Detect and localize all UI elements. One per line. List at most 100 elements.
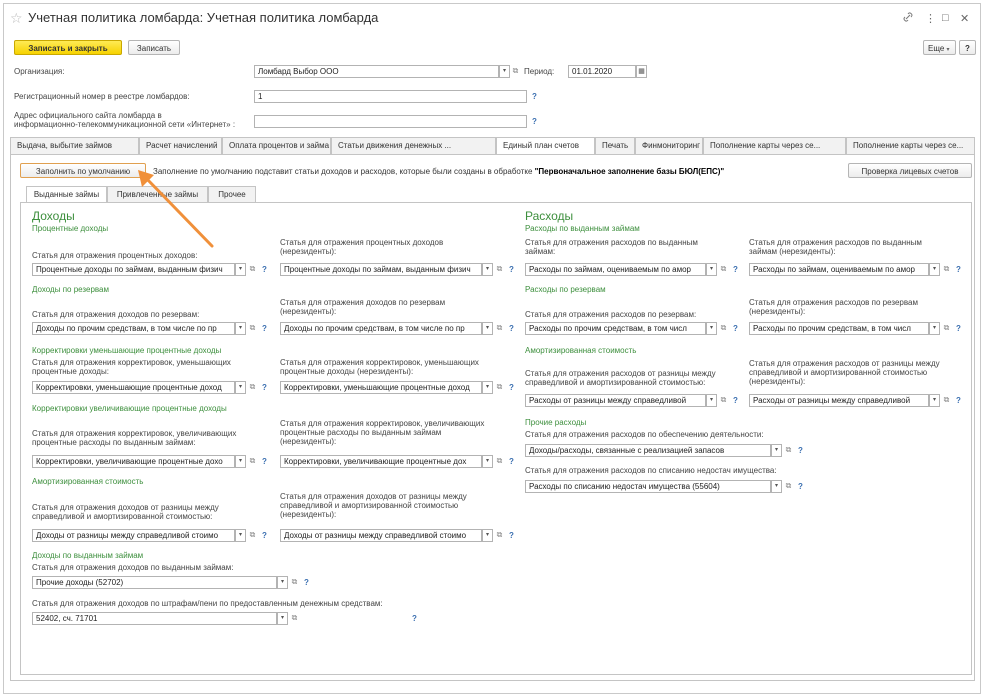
income-s1-input1[interactable]: Процентные доходы по займам, выданным фи… — [32, 263, 235, 276]
expense-s4-help1-icon[interactable]: ? — [798, 444, 803, 457]
expense-s4-dd1-icon[interactable]: ▾ — [771, 444, 782, 457]
income-s2-open1-icon[interactable]: ⧉ — [247, 322, 258, 335]
expense-s3-dd2-icon[interactable]: ▾ — [929, 394, 940, 407]
expense-s3-help1-icon[interactable]: ? — [733, 394, 738, 407]
income-s1-help1-icon[interactable]: ? — [262, 263, 267, 276]
save-and-close-button[interactable]: Записать и закрыть — [14, 40, 122, 55]
close-window-icon[interactable]: ✕ — [960, 12, 969, 25]
income-s2-dd2-icon[interactable]: ▾ — [482, 322, 493, 335]
favorite-star-icon[interactable]: ☆ — [10, 10, 23, 27]
expense-s2-open1-icon[interactable]: ⧉ — [718, 322, 729, 335]
expense-s3-open1-icon[interactable]: ⧉ — [718, 394, 729, 407]
reg-input[interactable]: 1 — [254, 90, 527, 103]
expense-s1-help2-icon[interactable]: ? — [956, 263, 961, 276]
expense-s4-dd2-icon[interactable]: ▾ — [771, 480, 782, 493]
income-s4-dd2-icon[interactable]: ▾ — [482, 455, 493, 468]
expense-s4-open2-icon[interactable]: ⧉ — [783, 480, 794, 493]
org-open-icon[interactable]: ⧉ — [510, 65, 521, 78]
income-s2-help2-icon[interactable]: ? — [509, 322, 514, 335]
income-s3-input2[interactable]: Корректировки, уменьшающие процентные до… — [280, 381, 482, 394]
expense-s1-open1-icon[interactable]: ⧉ — [718, 263, 729, 276]
expense-s3-help2-icon[interactable]: ? — [956, 394, 961, 407]
expense-s4-input2[interactable]: Расходы по списанию недостач имущества (… — [525, 480, 771, 493]
restore-window-icon[interactable]: □ — [942, 12, 949, 24]
tab-print[interactable]: Печать — [595, 137, 635, 154]
more-button[interactable]: Еще ▾ — [923, 40, 956, 55]
expense-s3-input1[interactable]: Расходы от разницы между справедливой — [525, 394, 706, 407]
income-s6-open1-icon[interactable]: ⧉ — [289, 576, 300, 589]
site-help-icon[interactable]: ? — [532, 115, 537, 128]
more-actions-icon[interactable]: ⋮ — [925, 12, 936, 25]
income-s6-help2-icon[interactable]: ? — [412, 612, 417, 625]
expense-s3-input2[interactable]: Расходы от разницы между справедливой — [749, 394, 929, 407]
income-s2-help1-icon[interactable]: ? — [262, 322, 267, 335]
income-s6-dd2-icon[interactable]: ▾ — [277, 612, 288, 625]
expense-s1-dd1-icon[interactable]: ▾ — [706, 263, 717, 276]
income-s4-help2-icon[interactable]: ? — [509, 455, 514, 468]
fill-default-button[interactable]: Заполнить по умолчанию — [20, 163, 146, 178]
check-accounts-button[interactable]: Проверка лицевых счетов — [848, 163, 972, 178]
expense-s3-dd1-icon[interactable]: ▾ — [706, 394, 717, 407]
expense-s4-help2-icon[interactable]: ? — [798, 480, 803, 493]
income-s1-help2-icon[interactable]: ? — [509, 263, 514, 276]
income-s3-dd1-icon[interactable]: ▾ — [235, 381, 246, 394]
expense-s1-open2-icon[interactable]: ⧉ — [941, 263, 952, 276]
tab-card-topup-2[interactable]: Пополнение карты через се... — [846, 137, 975, 154]
subtab-issued-loans[interactable]: Выданные займы — [26, 186, 107, 203]
period-input[interactable]: 01.01.2020 — [568, 65, 636, 78]
income-s6-input2[interactable]: 52402, сч. 71701 — [32, 612, 277, 625]
expense-s1-help1-icon[interactable]: ? — [733, 263, 738, 276]
expense-s4-input1[interactable]: Доходы/расходы, связанные с реализацией … — [525, 444, 771, 457]
expense-s2-open2-icon[interactable]: ⧉ — [941, 322, 952, 335]
income-s1-dd1-icon[interactable]: ▾ — [235, 263, 246, 276]
expense-s2-dd2-icon[interactable]: ▾ — [929, 322, 940, 335]
site-input[interactable] — [254, 115, 527, 128]
income-s2-input2[interactable]: Доходы по прочим средствам, в том числе … — [280, 322, 482, 335]
income-s2-dd1-icon[interactable]: ▾ — [235, 322, 246, 335]
income-s3-dd2-icon[interactable]: ▾ — [482, 381, 493, 394]
income-s5-help1-icon[interactable]: ? — [262, 529, 267, 542]
expense-s4-open1-icon[interactable]: ⧉ — [783, 444, 794, 457]
income-s1-open2-icon[interactable]: ⧉ — [494, 263, 505, 276]
link-icon[interactable] — [903, 12, 913, 25]
tab-payment[interactable]: Оплата процентов и займа б... — [222, 137, 331, 154]
expense-s1-input1[interactable]: Расходы по займам, оцениваемым по амор — [525, 263, 706, 276]
income-s6-help1-icon[interactable]: ? — [304, 576, 309, 589]
income-s4-dd1-icon[interactable]: ▾ — [235, 455, 246, 468]
tab-unified-plan[interactable]: Единый план счетов — [496, 137, 595, 155]
income-s4-open2-icon[interactable]: ⧉ — [494, 455, 505, 468]
reg-help-icon[interactable]: ? — [532, 90, 537, 103]
income-s6-input1[interactable]: Прочие доходы (52702) — [32, 576, 277, 589]
income-s3-help2-icon[interactable]: ? — [509, 381, 514, 394]
income-s4-help1-icon[interactable]: ? — [262, 455, 267, 468]
income-s3-help1-icon[interactable]: ? — [262, 381, 267, 394]
expense-s2-input2[interactable]: Расходы по прочим средствам, в том числ — [749, 322, 929, 335]
calendar-icon[interactable]: ▦ — [636, 65, 647, 78]
expense-s2-help1-icon[interactable]: ? — [733, 322, 738, 335]
tab-accruals[interactable]: Расчет начислений — [139, 137, 222, 154]
income-s5-help2-icon[interactable]: ? — [509, 529, 514, 542]
income-s3-open1-icon[interactable]: ⧉ — [247, 381, 258, 394]
expense-s1-dd2-icon[interactable]: ▾ — [929, 263, 940, 276]
income-s4-input2[interactable]: Корректировки, увеличивающие процентные … — [280, 455, 482, 468]
income-s6-dd1-icon[interactable]: ▾ — [277, 576, 288, 589]
income-s3-open2-icon[interactable]: ⧉ — [494, 381, 505, 394]
income-s6-open2-icon[interactable]: ⧉ — [289, 612, 300, 625]
income-s5-input2[interactable]: Доходы от разницы между справедливой сто… — [280, 529, 482, 542]
income-s2-input1[interactable]: Доходы по прочим средствам, в том числе … — [32, 322, 235, 335]
income-s1-input2[interactable]: Процентные доходы по займам, выданным фи… — [280, 263, 482, 276]
income-s2-open2-icon[interactable]: ⧉ — [494, 322, 505, 335]
income-s5-input1[interactable]: Доходы от разницы между справедливой сто… — [32, 529, 235, 542]
expense-s2-help2-icon[interactable]: ? — [956, 322, 961, 335]
income-s1-open1-icon[interactable]: ⧉ — [247, 263, 258, 276]
tab-issue[interactable]: Выдача, выбытие займов — [10, 137, 139, 154]
tab-cashflow[interactable]: Статьи движения денежных ... — [331, 137, 496, 154]
income-s5-open1-icon[interactable]: ⧉ — [247, 529, 258, 542]
expense-s3-open2-icon[interactable]: ⧉ — [941, 394, 952, 407]
expense-s2-input1[interactable]: Расходы по прочим средствам, в том числ — [525, 322, 706, 335]
org-dropdown-icon[interactable]: ▾ — [499, 65, 510, 78]
income-s4-input1[interactable]: Корректировки, увеличивающие процентные … — [32, 455, 235, 468]
income-s5-dd1-icon[interactable]: ▾ — [235, 529, 246, 542]
income-s5-open2-icon[interactable]: ⧉ — [494, 529, 505, 542]
tab-finmonitoring[interactable]: Финмониторинг — [635, 137, 703, 154]
